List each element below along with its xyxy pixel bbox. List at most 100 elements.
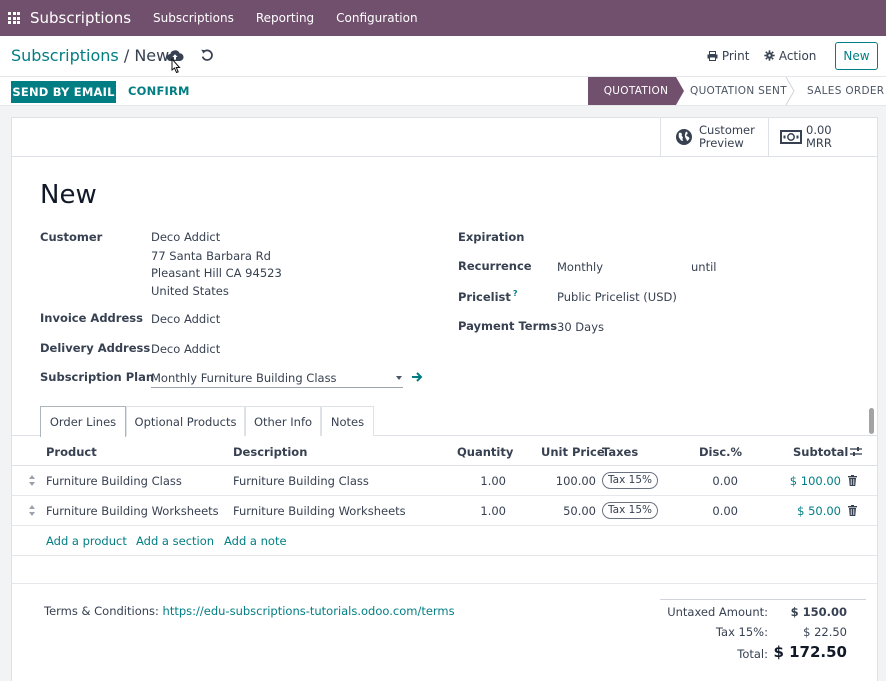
form-sheet: Customer Preview 0.00 MRR New Customer D…	[11, 117, 878, 681]
pricelist-label-text: Pricelist	[458, 289, 511, 304]
total-label: Total:	[737, 647, 768, 661]
statusbar-row: SEND BY EMAIL CONFIRM QUOTATION QUOTATIO…	[0, 76, 886, 106]
stage-quotation-sent[interactable]: QUOTATION SENT	[690, 77, 787, 105]
payment-terms-field[interactable]: 30 Days	[557, 320, 604, 334]
table-row[interactable]: Furniture Building Worksheets Furniture …	[12, 496, 877, 526]
tab-order-lines[interactable]: Order Lines	[40, 406, 126, 437]
terms-and-conditions: Terms & Conditions: https://edu-subscrip…	[44, 604, 455, 618]
tax-label: Tax 15%:	[715, 625, 768, 639]
customer-country: United States	[151, 284, 229, 298]
control-panel: Subscriptions / New Print Action New	[0, 36, 886, 76]
mrr-label: MRR	[806, 136, 832, 150]
stage-quotation[interactable]: QUOTATION	[588, 77, 684, 105]
menu-subscriptions[interactable]: Subscriptions	[153, 11, 234, 25]
drag-handle-icon[interactable]	[29, 505, 35, 516]
row-unit-price[interactable]: 50.00	[532, 504, 596, 518]
row-product[interactable]: Furniture Building Class	[46, 474, 182, 488]
scrollbar-thumb[interactable]	[869, 408, 874, 434]
row-description[interactable]: Furniture Building Worksheets	[233, 504, 406, 518]
order-lines-header: Product Description Quantity Unit Price …	[12, 436, 877, 466]
col-discount[interactable]: Disc.%	[699, 445, 742, 459]
row-quantity[interactable]: 1.00	[452, 504, 506, 518]
subscription-plan-label: Subscription Plan	[40, 370, 155, 384]
add-line-row: Add a product Add a section Add a note	[12, 526, 877, 556]
tax-badge[interactable]: Tax 15%	[602, 502, 658, 519]
pricelist-label: Pricelist?	[458, 289, 518, 304]
send-by-email-button[interactable]: SEND BY EMAIL	[11, 81, 116, 103]
action-button[interactable]: Action	[764, 49, 816, 63]
stage-chevron-separator	[785, 77, 795, 105]
new-record-button[interactable]: New	[835, 42, 878, 70]
dropdown-caret-icon[interactable]	[396, 376, 402, 380]
money-icon	[780, 130, 802, 144]
add-section-link[interactable]: Add a section	[136, 534, 214, 548]
action-label: Action	[778, 49, 817, 63]
totals-divider	[660, 599, 866, 600]
customer-name-field[interactable]: Deco Addict	[151, 230, 220, 244]
menu-reporting[interactable]: Reporting	[256, 11, 314, 25]
payment-terms-label: Payment Terms	[458, 319, 558, 333]
add-note-link[interactable]: Add a note	[224, 534, 287, 548]
col-taxes[interactable]: Taxes	[602, 445, 638, 459]
table-row[interactable]: Furniture Building Class Furniture Build…	[12, 466, 877, 496]
terms-link[interactable]: https://edu-subscriptions-tutorials.odoo…	[163, 604, 455, 618]
row-description[interactable]: Furniture Building Class	[233, 474, 369, 488]
add-product-link[interactable]: Add a product	[46, 534, 127, 548]
trash-icon[interactable]	[848, 505, 857, 516]
customer-city: Pleasant Hill CA 94523	[151, 266, 282, 280]
customer-label: Customer	[40, 230, 103, 244]
terms-label: Terms & Conditions:	[44, 604, 159, 618]
customer-preview-button[interactable]: Customer Preview	[660, 118, 768, 156]
row-subtotal: $ 50.00	[797, 504, 841, 518]
mrr-button[interactable]: 0.00 MRR	[768, 118, 877, 156]
total-value: $ 172.50	[773, 643, 847, 661]
invoice-address-label: Invoice Address	[40, 311, 143, 325]
row-subtotal: $ 100.00	[789, 474, 841, 488]
mouse-pointer-icon	[171, 58, 181, 74]
stage-sales-order[interactable]: SALES ORDER	[807, 77, 884, 105]
tab-optional-products[interactable]: Optional Products	[126, 406, 245, 436]
row-discount[interactable]: 0.00	[682, 474, 738, 488]
discard-undo-icon[interactable]	[200, 48, 214, 62]
trash-icon[interactable]	[848, 475, 857, 486]
breadcrumb: Subscriptions / New	[11, 46, 169, 65]
tab-notes[interactable]: Notes	[321, 406, 374, 436]
breadcrumb-separator: /	[123, 46, 130, 65]
tax-badge[interactable]: Tax 15%	[602, 472, 658, 489]
print-button[interactable]: Print	[707, 49, 749, 63]
delivery-address-field[interactable]: Deco Addict	[151, 342, 220, 356]
drag-handle-icon[interactable]	[29, 475, 35, 486]
app-brand[interactable]: Subscriptions	[30, 9, 131, 27]
col-quantity[interactable]: Quantity	[457, 445, 513, 459]
row-quantity[interactable]: 1.00	[452, 474, 506, 488]
row-discount[interactable]: 0.00	[682, 504, 738, 518]
row-product[interactable]: Furniture Building Worksheets	[46, 504, 219, 518]
top-navbar: Subscriptions Subscriptions Reporting Co…	[0, 0, 886, 36]
col-unit-price[interactable]: Unit Price	[541, 445, 605, 459]
recurrence-until-label: until	[691, 260, 717, 274]
delivery-address-label: Delivery Address	[40, 341, 151, 355]
col-product[interactable]: Product	[46, 445, 97, 459]
apps-menu-icon[interactable]	[8, 12, 20, 24]
subscription-plan-value: Monthly Furniture Building Class	[151, 371, 337, 385]
col-subtotal[interactable]: Subtotal	[793, 445, 848, 459]
pricelist-help-tooltip[interactable]: ?	[513, 289, 518, 298]
col-description[interactable]: Description	[233, 445, 307, 459]
tax-value: $ 22.50	[803, 625, 847, 639]
menu-configuration[interactable]: Configuration	[336, 11, 417, 25]
breadcrumb-parent-link[interactable]: Subscriptions	[11, 46, 119, 65]
footer-divider	[12, 583, 877, 584]
subscription-plan-field[interactable]: Monthly Furniture Building Class	[151, 368, 403, 388]
confirm-button[interactable]: CONFIRM	[128, 84, 190, 98]
invoice-address-field[interactable]: Deco Addict	[151, 312, 220, 326]
recurrence-field[interactable]: Monthly	[557, 260, 603, 274]
optional-columns-icon[interactable]	[850, 446, 862, 457]
notebook-tabs: Order Lines Optional Products Other Info…	[12, 406, 877, 437]
tab-other-info[interactable]: Other Info	[245, 406, 321, 436]
pricelist-field[interactable]: Public Pricelist (USD)	[557, 290, 677, 304]
internal-link-arrow-icon[interactable]	[411, 371, 423, 383]
record-title: New	[40, 180, 97, 210]
row-unit-price[interactable]: 100.00	[532, 474, 596, 488]
recurrence-label: Recurrence	[458, 259, 532, 273]
preview-label-line2: Preview	[699, 136, 744, 150]
